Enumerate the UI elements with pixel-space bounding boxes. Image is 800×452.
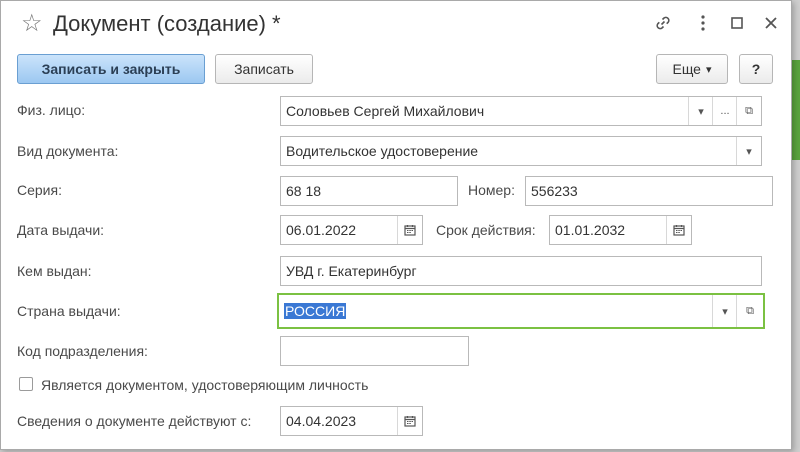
save-label: Записать [234,61,294,77]
issue-date-label: Дата выдачи: [17,222,105,238]
issue-date-field[interactable]: 06.01.2022 [280,215,423,245]
dropdown-arrow-icon[interactable]: ▾ [688,97,713,125]
more-button[interactable]: Еще ▾ [656,54,728,84]
effective-from-label: Сведения о документе действуют с: [17,413,252,429]
number-label: Номер: [468,182,515,198]
is-identity-label[interactable]: Является документом, удостоверяющим личн… [41,377,368,393]
close-icon[interactable] [759,11,783,35]
issued-by-value: УВД г. Екатеринбург [286,263,417,279]
document-window: ☆ Документ (создание) * Записать и закры… [0,0,792,450]
dropdown-arrow-icon[interactable]: ▾ [712,295,737,327]
effective-from-value: 04.04.2023 [286,413,357,429]
calendar-icon[interactable] [666,216,691,244]
dropdown-arrow-icon[interactable]: ▾ [736,137,761,165]
person-label: Физ. лицо: [17,102,86,118]
person-value: Соловьев Сергей Михайлович [286,103,485,119]
valid-until-value: 01.01.2032 [555,222,626,238]
number-value: 556233 [531,183,578,199]
person-field[interactable]: Соловьев Сергей Михайлович ▾ ... ⧉ [280,96,762,126]
issue-date-value: 06.01.2022 [286,222,357,238]
save-and-close-button[interactable]: Записать и закрыть [17,54,205,84]
help-label: ? [751,61,761,77]
calendar-icon[interactable] [397,407,422,435]
more-vertical-icon[interactable] [691,11,715,35]
star-icon[interactable]: ☆ [21,9,43,38]
doc-type-value: Водительское удостоверение [286,143,479,159]
valid-until-label: Срок действия: [436,222,536,238]
series-label: Серия: [17,182,62,198]
issued-by-field[interactable]: УВД г. Екатеринбург [280,256,762,286]
dept-code-label: Код подразделения: [17,343,148,359]
valid-until-field[interactable]: 01.01.2032 [549,215,692,245]
country-value: РОССИЯ [284,303,347,319]
open-form-icon[interactable]: ⧉ [736,97,761,125]
more-label: Еще [672,61,701,77]
calendar-icon[interactable] [397,216,422,244]
help-button[interactable]: ? [739,54,773,84]
open-form-icon[interactable]: ⧉ [736,295,763,327]
maximize-icon[interactable] [725,11,749,35]
series-field[interactable]: 68 18 [280,176,458,206]
save-and-close-label: Записать и закрыть [41,61,181,77]
country-label: Страна выдачи: [17,303,121,319]
title-bar: ☆ Документ (создание) * [1,1,791,47]
issued-by-label: Кем выдан: [17,263,92,279]
dropdown-arrow-icon: ▾ [705,63,712,76]
save-button[interactable]: Записать [215,54,313,84]
dept-code-field[interactable] [280,336,469,366]
doc-type-field[interactable]: Водительское удостоверение ▾ [280,136,762,166]
country-field[interactable]: РОССИЯ ▾ ⧉ [277,293,765,329]
link-icon[interactable] [651,11,675,35]
window-title: Документ (создание) * [53,11,281,36]
effective-from-field[interactable]: 04.04.2023 [280,406,423,436]
is-identity-checkbox[interactable] [19,377,33,391]
select-ellipsis-button[interactable]: ... [712,97,737,125]
number-field[interactable]: 556233 [525,176,773,206]
series-value: 68 18 [286,183,322,199]
doc-type-label: Вид документа: [17,143,119,159]
